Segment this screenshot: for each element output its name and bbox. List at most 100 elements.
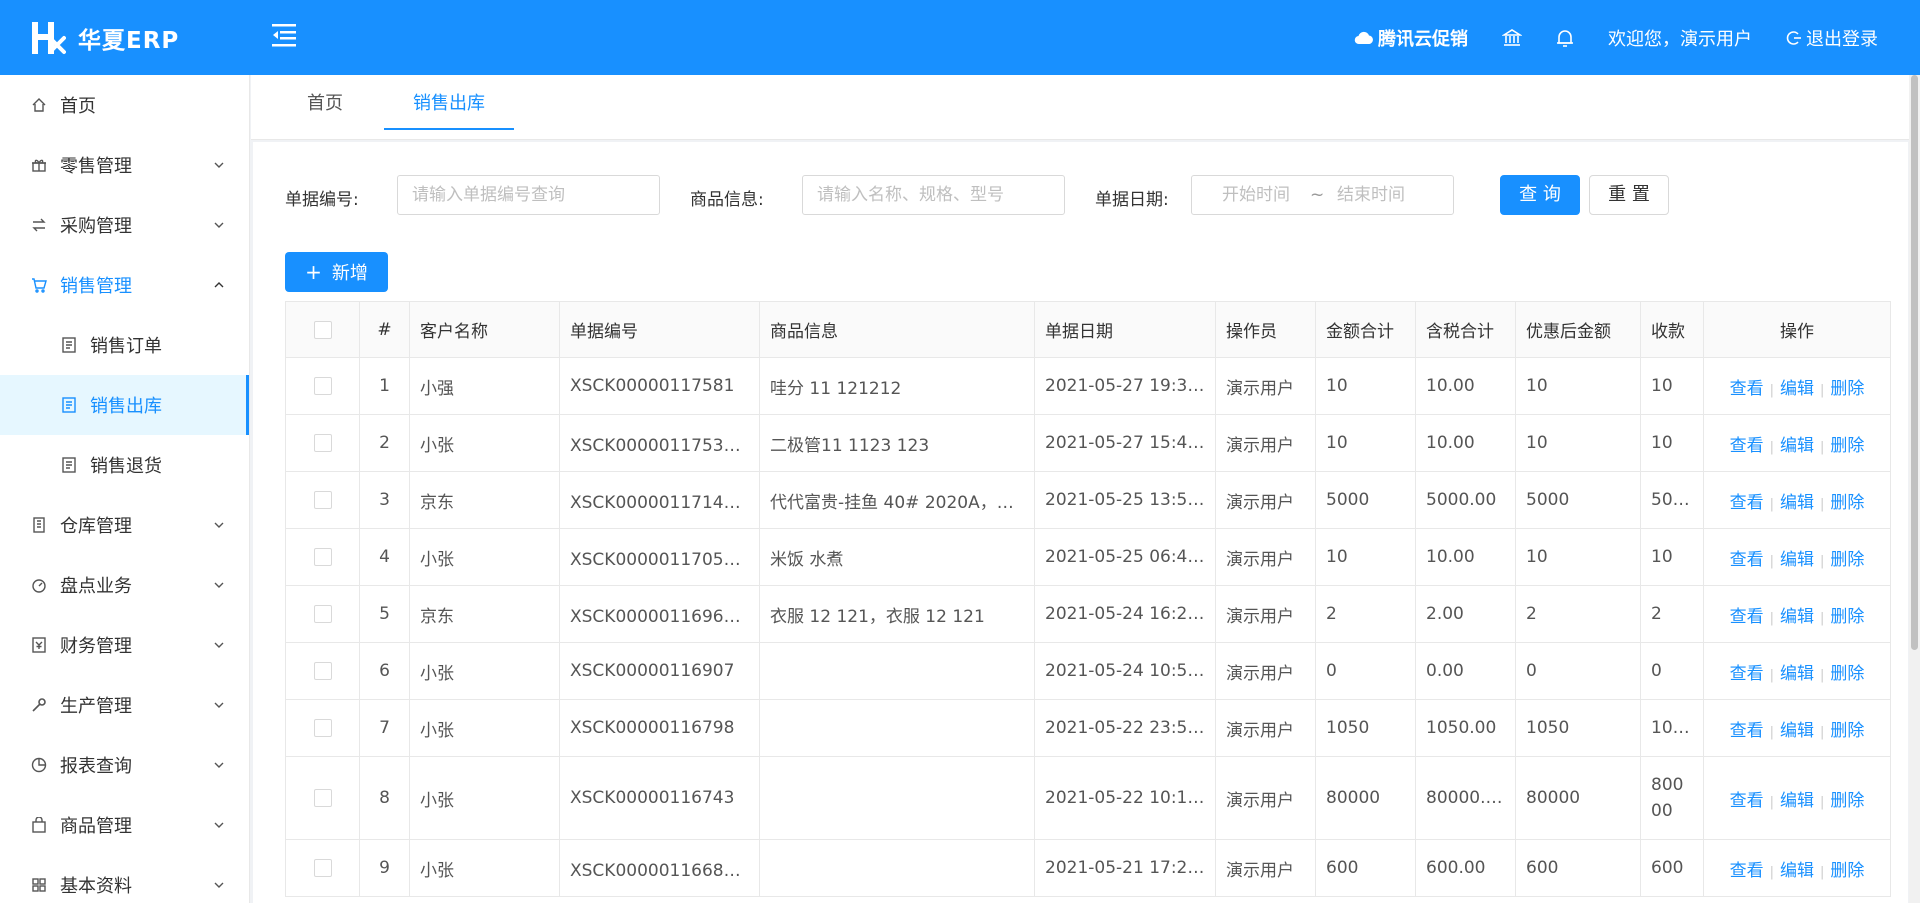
row-checkbox[interactable] <box>285 756 360 840</box>
edit-link[interactable]: 编辑 <box>1780 550 1814 570</box>
table-cell: 3 <box>359 471 410 529</box>
bell-icon[interactable] <box>1556 28 1574 48</box>
chevron-down-icon <box>214 522 224 528</box>
action-divider: | <box>1769 439 1774 455</box>
date-start-input[interactable]: 开始时间 <box>1222 176 1290 214</box>
delete-link[interactable]: 删除 <box>1830 550 1864 570</box>
table-cell: 10.00 <box>1415 414 1516 472</box>
row-checkbox[interactable] <box>285 528 360 586</box>
sidebar-item-retail[interactable]: 零售管理 <box>0 135 249 195</box>
view-link[interactable]: 查看 <box>1730 664 1764 684</box>
finance-icon <box>30 636 48 654</box>
row-actions: 查看 | 编辑 | 删除 <box>1703 471 1891 529</box>
edit-link[interactable]: 编辑 <box>1780 721 1814 741</box>
delete-link[interactable]: 删除 <box>1830 791 1864 811</box>
action-divider: | <box>1769 496 1774 512</box>
sidebar-item-reports[interactable]: 报表查询 <box>0 735 249 795</box>
row-checkbox[interactable] <box>285 414 360 472</box>
plus-icon: + <box>305 260 322 284</box>
sidebar-item-goods[interactable]: 商品管理 <box>0 795 249 855</box>
edit-link[interactable]: 编辑 <box>1780 607 1814 627</box>
table-cell: 1 <box>359 357 410 415</box>
sidebar-item-inventory[interactable]: 盘点业务 <box>0 555 249 615</box>
table-cell: 小张 <box>409 839 560 897</box>
sidebar-item-finance[interactable]: 财务管理 <box>0 615 249 675</box>
row-checkbox[interactable] <box>285 471 360 529</box>
table-cell: 京东 <box>409 585 560 643</box>
delete-link[interactable]: 删除 <box>1830 379 1864 399</box>
view-link[interactable]: 查看 <box>1730 791 1764 811</box>
edit-link[interactable]: 编辑 <box>1780 791 1814 811</box>
menu-fold-icon[interactable] <box>272 22 302 48</box>
view-link[interactable]: 查看 <box>1730 550 1764 570</box>
edit-link[interactable]: 编辑 <box>1780 861 1814 881</box>
row-checkbox[interactable] <box>285 699 360 757</box>
promo-link[interactable]: 腾讯云促销 <box>1354 25 1468 51</box>
delete-link[interactable]: 删除 <box>1830 436 1864 456</box>
view-link[interactable]: 查看 <box>1730 379 1764 399</box>
main-panel: 单据编号: 请输入单据编号查询 商品信息: 请输入名称、规格、型号 单据日期: … <box>253 142 1908 903</box>
sidebar-item-production[interactable]: 生产管理 <box>0 675 249 735</box>
sidebar-item-warehouse[interactable]: 仓库管理 <box>0 495 249 555</box>
edit-link[interactable]: 编辑 <box>1780 493 1814 513</box>
sidebar-item-sales[interactable]: 销售管理 <box>0 255 249 315</box>
column-header: 客户名称 <box>409 301 560 358</box>
table-row: 8 小张 XSCK00000116743 2021-05-22 10:13:22 演示用… <box>285 756 1891 840</box>
view-link[interactable]: 查看 <box>1730 607 1764 627</box>
action-divider: | <box>1820 382 1825 398</box>
vertical-scrollbar[interactable] <box>1909 75 1920 903</box>
row-checkbox[interactable] <box>285 585 360 643</box>
scrollbar-thumb[interactable] <box>1911 75 1918 650</box>
row-checkbox[interactable] <box>285 642 360 700</box>
sidebar-item-label: 生产管理 <box>60 696 132 717</box>
cloud-icon <box>1354 31 1373 44</box>
table-cell: 10 <box>1315 414 1416 472</box>
view-link[interactable]: 查看 <box>1730 721 1764 741</box>
delete-link[interactable]: 删除 <box>1830 721 1864 741</box>
query-button[interactable]: 查 询 <box>1500 175 1580 215</box>
logout-button[interactable]: 退出登录 <box>1786 25 1878 51</box>
sidebar-item-sales-out[interactable]: 销售出库 <box>0 375 249 435</box>
pie-chart-icon <box>30 756 48 774</box>
sidebar-item-home[interactable]: 首页 <box>0 75 249 135</box>
goods-info-input[interactable]: 请输入名称、规格、型号 <box>802 175 1065 215</box>
row-actions: 查看 | 编辑 | 删除 <box>1703 414 1891 472</box>
action-divider: | <box>1820 553 1825 569</box>
table-cell: XSCK00000117142[转] <box>559 471 760 529</box>
app-name: 华夏ERP <box>78 28 180 54</box>
reset-button[interactable]: 重 置 <box>1589 175 1669 215</box>
select-all-checkbox[interactable] <box>285 301 360 358</box>
table-cell: 7 <box>359 699 410 757</box>
app-logo[interactable]: 华夏ERP <box>28 18 179 58</box>
sidebar-item-sales-order[interactable]: 销售订单 <box>0 315 249 375</box>
bank-icon[interactable] <box>1502 28 1522 48</box>
table-cell: 演示用户 <box>1215 471 1316 529</box>
delete-link[interactable]: 删除 <box>1830 861 1864 881</box>
table-cell: XSCK00000117538[转] <box>559 414 760 472</box>
delete-link[interactable]: 删除 <box>1830 493 1864 513</box>
view-link[interactable]: 查看 <box>1730 436 1764 456</box>
row-actions: 查看 | 编辑 | 删除 <box>1703 585 1891 643</box>
add-button-label: 新增 <box>331 263 368 284</box>
sidebar-item-sales-return[interactable]: 销售退货 <box>0 435 249 495</box>
edit-link[interactable]: 编辑 <box>1780 379 1814 399</box>
bill-no-input[interactable]: 请输入单据编号查询 <box>397 175 660 215</box>
date-end-input[interactable]: 结束时间 <box>1337 176 1405 214</box>
sidebar-item-label: 基本资料 <box>60 876 132 897</box>
sidebar-item-purchase[interactable]: 采购管理 <box>0 195 249 255</box>
sales-out-table: # 客户名称 单据编号 商品信息 单据日期 操作员 金额合计 含税合计 优惠后金… <box>285 301 1891 897</box>
view-link[interactable]: 查看 <box>1730 861 1764 881</box>
delete-link[interactable]: 删除 <box>1830 607 1864 627</box>
tab-home[interactable]: 首页 <box>285 75 365 130</box>
edit-link[interactable]: 编辑 <box>1780 664 1814 684</box>
add-button[interactable]: + 新增 <box>285 252 388 292</box>
tab-sales-out[interactable]: 销售出库 <box>384 75 514 130</box>
sidebar-item-basic-data[interactable]: 基本资料 <box>0 855 249 903</box>
row-checkbox[interactable] <box>285 357 360 415</box>
row-checkbox[interactable] <box>285 839 360 897</box>
welcome-label: 欢迎您，演示用户 <box>1608 28 1752 50</box>
delete-link[interactable]: 删除 <box>1830 664 1864 684</box>
view-link[interactable]: 查看 <box>1730 493 1764 513</box>
date-range-picker[interactable]: 开始时间 ~ 结束时间 <box>1191 175 1454 215</box>
edit-link[interactable]: 编辑 <box>1780 436 1814 456</box>
